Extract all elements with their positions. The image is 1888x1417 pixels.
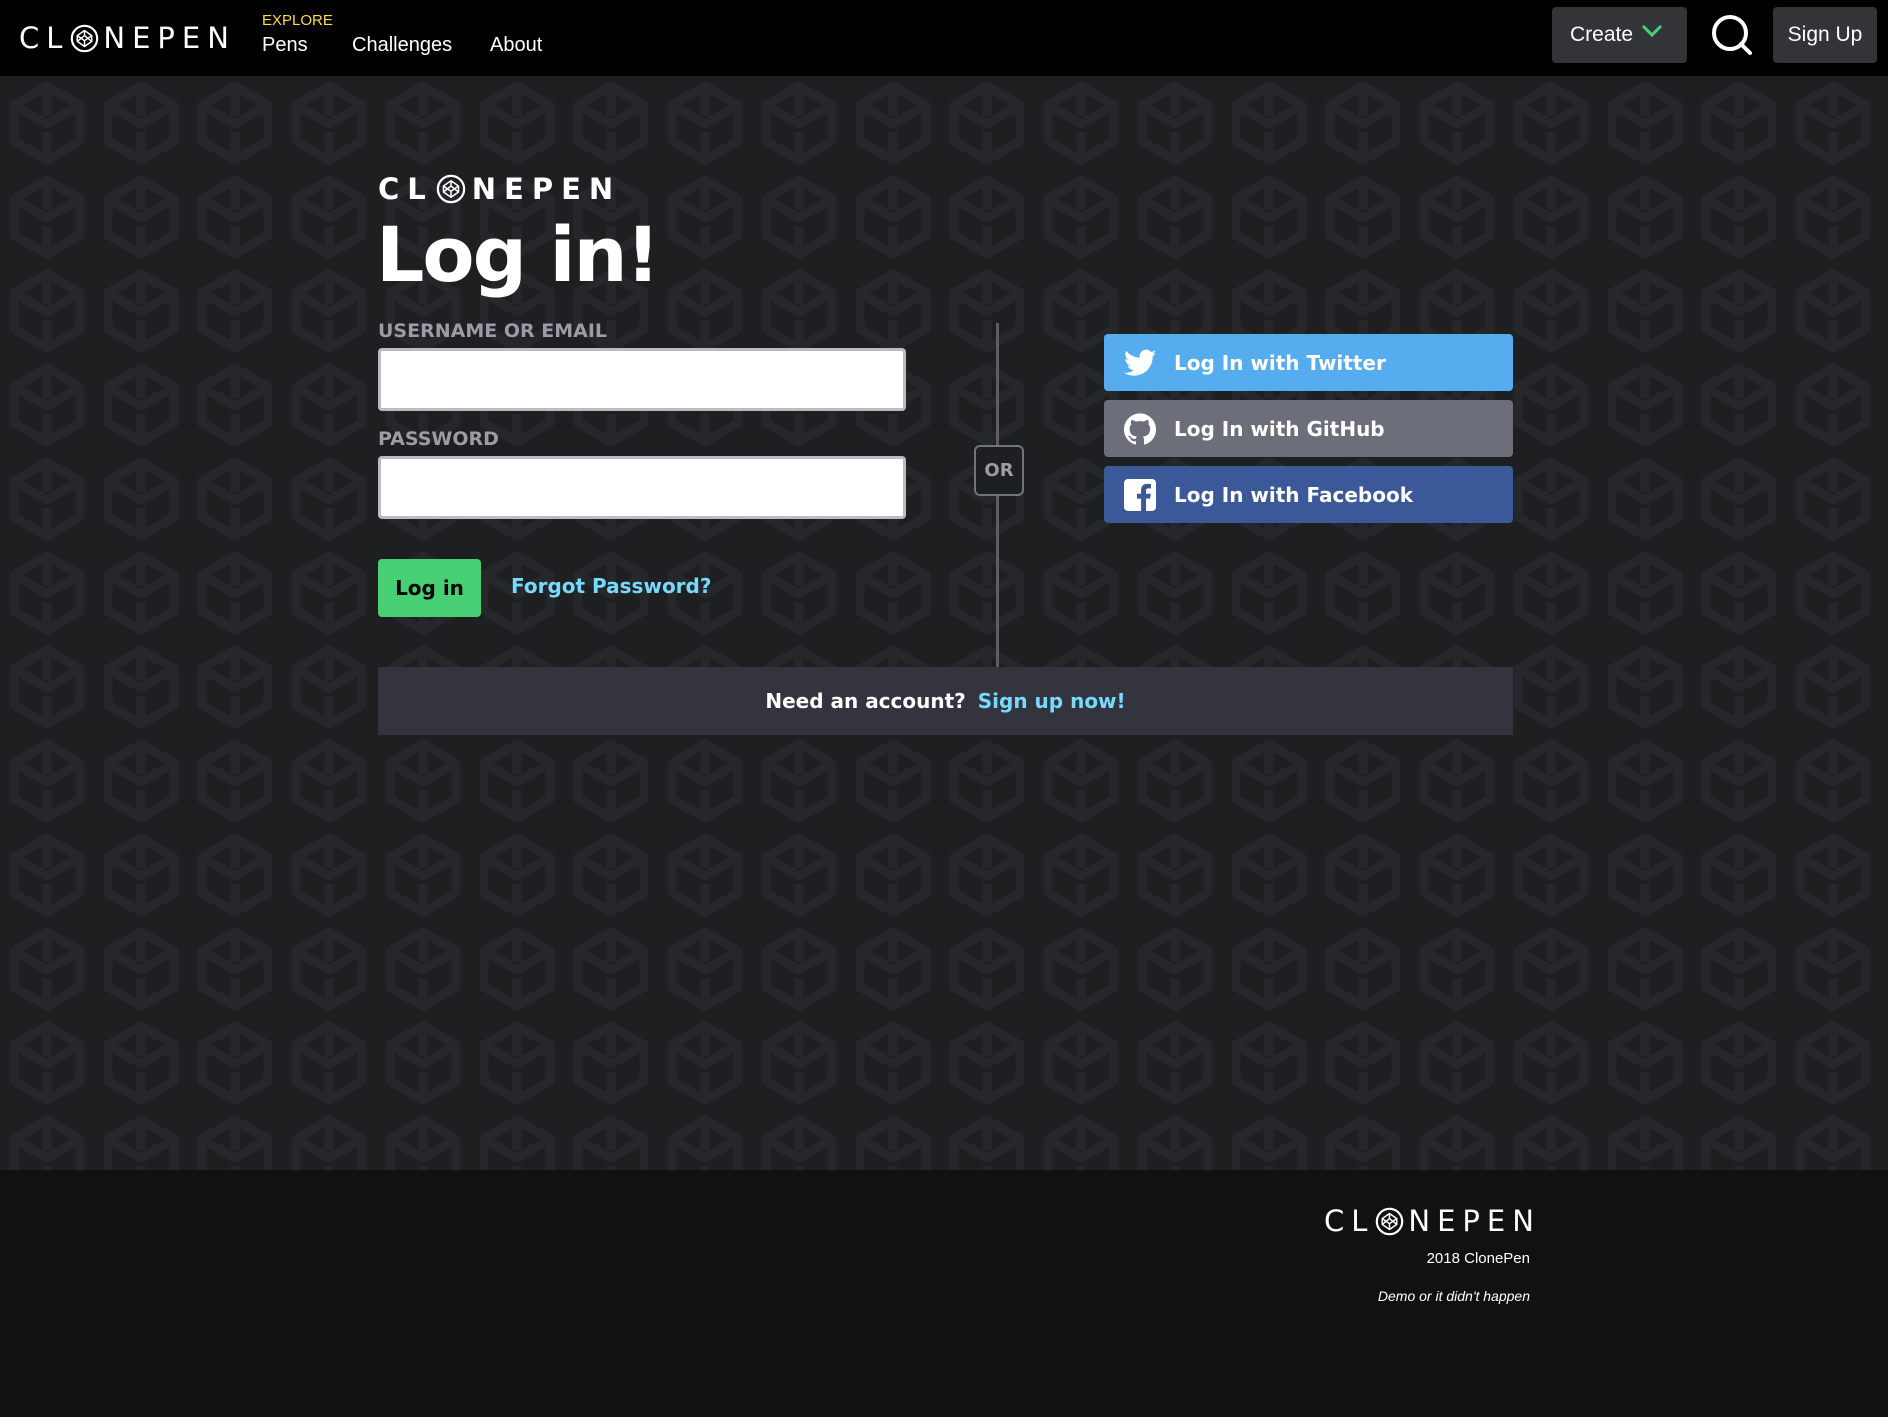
codepen-logo-icon	[1376, 1207, 1404, 1235]
github-login-button[interactable]: Log In with GitHub	[1104, 400, 1513, 457]
facebook-login-button[interactable]: Log In with Facebook	[1104, 466, 1513, 523]
footer-copyright: 2018 ClonePen	[1426, 1250, 1530, 1267]
explore-label: EXPLORE	[262, 12, 333, 29]
or-divider-line	[996, 323, 999, 693]
facebook-login-label: Log In with Facebook	[1174, 482, 1414, 507]
chevron-down-icon	[1641, 24, 1663, 38]
logo-text-left: CL	[378, 172, 434, 206]
login-logo: CL NEPEN	[378, 172, 621, 206]
nav-link-about[interactable]: About	[490, 34, 542, 57]
page-title: Log in!	[376, 210, 660, 299]
logo-text-left: CL	[1324, 1204, 1375, 1238]
facebook-icon	[1124, 478, 1156, 511]
login-page: CL NEPEN Log in! USERNAME OR EMAIL PASSW…	[0, 76, 1888, 1170]
search-icon[interactable]	[1710, 13, 1754, 57]
logo-text-right: NEPEN	[1408, 1204, 1541, 1238]
footer: CL NEPEN 2018 ClonePen Demo or it didn't…	[0, 1170, 1888, 1417]
username-input[interactable]	[378, 348, 906, 411]
logo-text-right: NEPEN	[103, 21, 236, 55]
codepen-logo-icon	[71, 24, 99, 52]
create-button[interactable]: Create	[1552, 7, 1687, 63]
top-nav-bar: CL NEPEN EXPLORE Pens Challenges About C…	[0, 0, 1888, 76]
or-divider-label: OR	[974, 445, 1024, 496]
twitter-icon	[1124, 347, 1156, 379]
signup-button[interactable]: Sign Up	[1773, 7, 1877, 63]
github-icon	[1124, 412, 1156, 445]
username-label: USERNAME OR EMAIL	[378, 320, 607, 342]
footer-tagline: Demo or it didn't happen	[1377, 1288, 1530, 1304]
background-pattern	[0, 76, 1888, 1170]
nav-link-challenges[interactable]: Challenges	[352, 34, 452, 57]
password-input[interactable]	[378, 456, 906, 519]
logo-text-right: NEPEN	[471, 172, 622, 206]
need-account-text: Need an account?	[765, 689, 966, 713]
login-button[interactable]: Log in	[378, 559, 481, 617]
password-label: PASSWORD	[378, 428, 499, 450]
github-login-label: Log In with GitHub	[1174, 416, 1385, 441]
twitter-login-label: Log In with Twitter	[1174, 350, 1386, 375]
nav-link-pens[interactable]: Pens	[262, 34, 308, 57]
create-label: Create	[1570, 23, 1634, 46]
logo-text-left: CL	[19, 21, 70, 55]
site-logo[interactable]: CL NEPEN	[19, 21, 236, 55]
forgot-password-link[interactable]: Forgot Password?	[511, 574, 711, 598]
signup-now-link[interactable]: Sign up now!	[978, 689, 1126, 713]
codepen-logo-icon	[436, 174, 466, 204]
signup-prompt-bar: Need an account? Sign up now!	[378, 667, 1513, 735]
footer-logo[interactable]: CL NEPEN	[1324, 1204, 1541, 1238]
twitter-login-button[interactable]: Log In with Twitter	[1104, 334, 1513, 391]
